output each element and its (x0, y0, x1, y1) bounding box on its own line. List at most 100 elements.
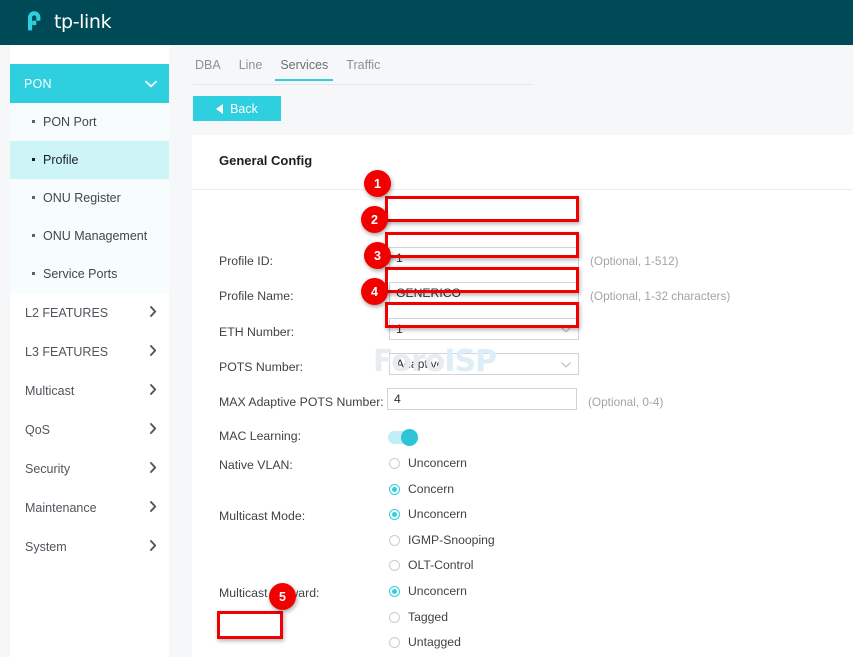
sidebar-group-l3-features[interactable]: L3 FEATURES (10, 332, 169, 371)
profile-name-input[interactable] (389, 282, 579, 304)
eth-number-label: ETH Number: (219, 325, 294, 339)
sidebar-item-service-ports[interactable]: Service Ports (10, 255, 169, 293)
profile-name-hint: (Optional, 1-32 characters) (590, 289, 730, 303)
divider (192, 189, 853, 190)
triangle-left-icon (216, 104, 223, 114)
chevron-down-icon (145, 75, 157, 93)
top-header-bar: tp-link (0, 0, 853, 45)
multicast-forward-option-unconcern[interactable]: Unconcern (389, 584, 467, 598)
radio-label: Tagged (408, 610, 448, 624)
mac-learning-label: MAC Learning: (219, 429, 301, 443)
page-title: General Config (219, 153, 312, 168)
pots-number-select[interactable]: Adaptive (389, 353, 579, 375)
max-adaptive-pots-hint: (Optional, 0-4) (588, 395, 663, 409)
sidebar-group-label: L3 FEATURES (25, 345, 108, 359)
sidebar-group-label: Security (25, 462, 70, 476)
radio-label: Concern (408, 482, 454, 496)
sidebar-group-system[interactable]: System (10, 527, 169, 566)
annotation-step-3: 3 (364, 242, 391, 269)
pots-number-label: POTS Number: (219, 360, 303, 374)
radio-label: OLT-Control (408, 558, 473, 572)
radio-icon (389, 560, 400, 571)
sidebar-group-qos[interactable]: QoS (10, 410, 169, 449)
chevron-right-icon (149, 500, 157, 515)
radio-selected-icon (389, 484, 400, 495)
sidebar-group-maintenance[interactable]: Maintenance (10, 488, 169, 527)
sidebar-group-l2-features[interactable]: L2 FEATURES (10, 293, 169, 332)
bullet-icon (32, 272, 35, 275)
bullet-icon (32, 120, 35, 123)
eth-number-select[interactable]: 1 (389, 318, 579, 340)
radio-icon (389, 458, 400, 469)
profile-id-label: Profile ID: (219, 254, 273, 268)
profile-name-label: Profile Name: (219, 289, 294, 303)
chevron-down-icon (561, 354, 571, 374)
tab-dba[interactable]: DBA (193, 58, 230, 80)
radio-label: Untagged (408, 635, 461, 649)
sidebar-item-onu-management[interactable]: ONU Management (10, 217, 169, 255)
native-vlan-option-concern[interactable]: Concern (389, 482, 454, 496)
chevron-right-icon (149, 539, 157, 554)
sidebar-item-label: ONU Management (43, 229, 147, 243)
native-vlan-option-unconcern[interactable]: Unconcern (389, 456, 467, 470)
multicast-forward-option-untagged[interactable]: Untagged (389, 635, 461, 649)
radio-label: Unconcern (408, 456, 467, 470)
pots-number-value: Adaptive (396, 354, 443, 374)
sidebar-group-label: System (25, 540, 67, 554)
annotation-step-1: 1 (364, 170, 391, 197)
profile-id-input[interactable] (389, 247, 579, 269)
multicast-mode-option-olt-control[interactable]: OLT-Control (389, 558, 473, 572)
max-adaptive-pots-input[interactable] (387, 388, 577, 410)
eth-number-value: 1 (396, 319, 403, 339)
annotation-step-2: 2 (361, 206, 388, 233)
tab-traffic[interactable]: Traffic (337, 58, 389, 80)
native-vlan-label: Native VLAN: (219, 458, 293, 472)
main-content: DBA Line Services Traffic Back General C… (180, 45, 853, 657)
multicast-forward-option-tagged[interactable]: Tagged (389, 610, 448, 624)
radio-selected-icon (389, 509, 400, 520)
sidebar-group-label: Multicast (25, 384, 74, 398)
sidebar-group-pon[interactable]: PON (10, 64, 169, 103)
radio-label: Unconcern (408, 507, 467, 521)
sidebar-group-label: Maintenance (25, 501, 97, 515)
profile-id-hint: (Optional, 1-512) (590, 254, 679, 268)
sidebar-group-pon-label: PON (24, 77, 52, 91)
annotation-step-4: 4 (361, 278, 388, 305)
toggle-on-icon (401, 429, 418, 446)
chevron-right-icon (149, 422, 157, 437)
mac-learning-toggle[interactable] (388, 431, 416, 444)
multicast-mode-option-igmp-snooping[interactable]: IGMP-Snooping (389, 533, 495, 547)
sidebar-group-label: L2 FEATURES (25, 306, 108, 320)
sidebar-item-label: Service Ports (43, 267, 117, 281)
app-root: tp-link PON PON Port Profile ONU Registe… (0, 0, 853, 657)
back-button[interactable]: Back (193, 96, 281, 121)
sidebar-group-security[interactable]: Security (10, 449, 169, 488)
brand-name: tp-link (54, 11, 111, 33)
sidebar-item-pon-port[interactable]: PON Port (10, 103, 169, 141)
sidebar-item-profile[interactable]: Profile (10, 141, 169, 179)
chevron-down-icon (561, 319, 571, 339)
radio-selected-icon (389, 586, 400, 597)
radio-icon (389, 637, 400, 648)
sidebar-item-onu-register[interactable]: ONU Register (10, 179, 169, 217)
tab-services[interactable]: Services (271, 58, 337, 80)
tab-bar: DBA Line Services Traffic (193, 58, 533, 85)
back-button-label: Back (230, 102, 258, 116)
chevron-right-icon (149, 461, 157, 476)
radio-label: IGMP-Snooping (408, 533, 495, 547)
sidebar-item-label: Profile (43, 153, 78, 167)
sidebar-group-multicast[interactable]: Multicast (10, 371, 169, 410)
annotation-step-5: 5 (269, 583, 296, 610)
general-config-card: General Config Profile ID: (Optional, 1-… (192, 135, 853, 657)
bullet-icon (32, 234, 35, 237)
radio-label: Unconcern (408, 584, 467, 598)
max-adaptive-pots-label: MAX Adaptive POTS Number: (219, 395, 384, 409)
multicast-mode-option-unconcern[interactable]: Unconcern (389, 507, 467, 521)
chevron-right-icon (149, 305, 157, 320)
brand-logo[interactable]: tp-link (22, 8, 111, 36)
radio-icon (389, 535, 400, 546)
chevron-right-icon (149, 344, 157, 359)
radio-icon (389, 612, 400, 623)
tab-line[interactable]: Line (230, 58, 272, 80)
multicast-mode-label: Multicast Mode: (219, 509, 305, 523)
